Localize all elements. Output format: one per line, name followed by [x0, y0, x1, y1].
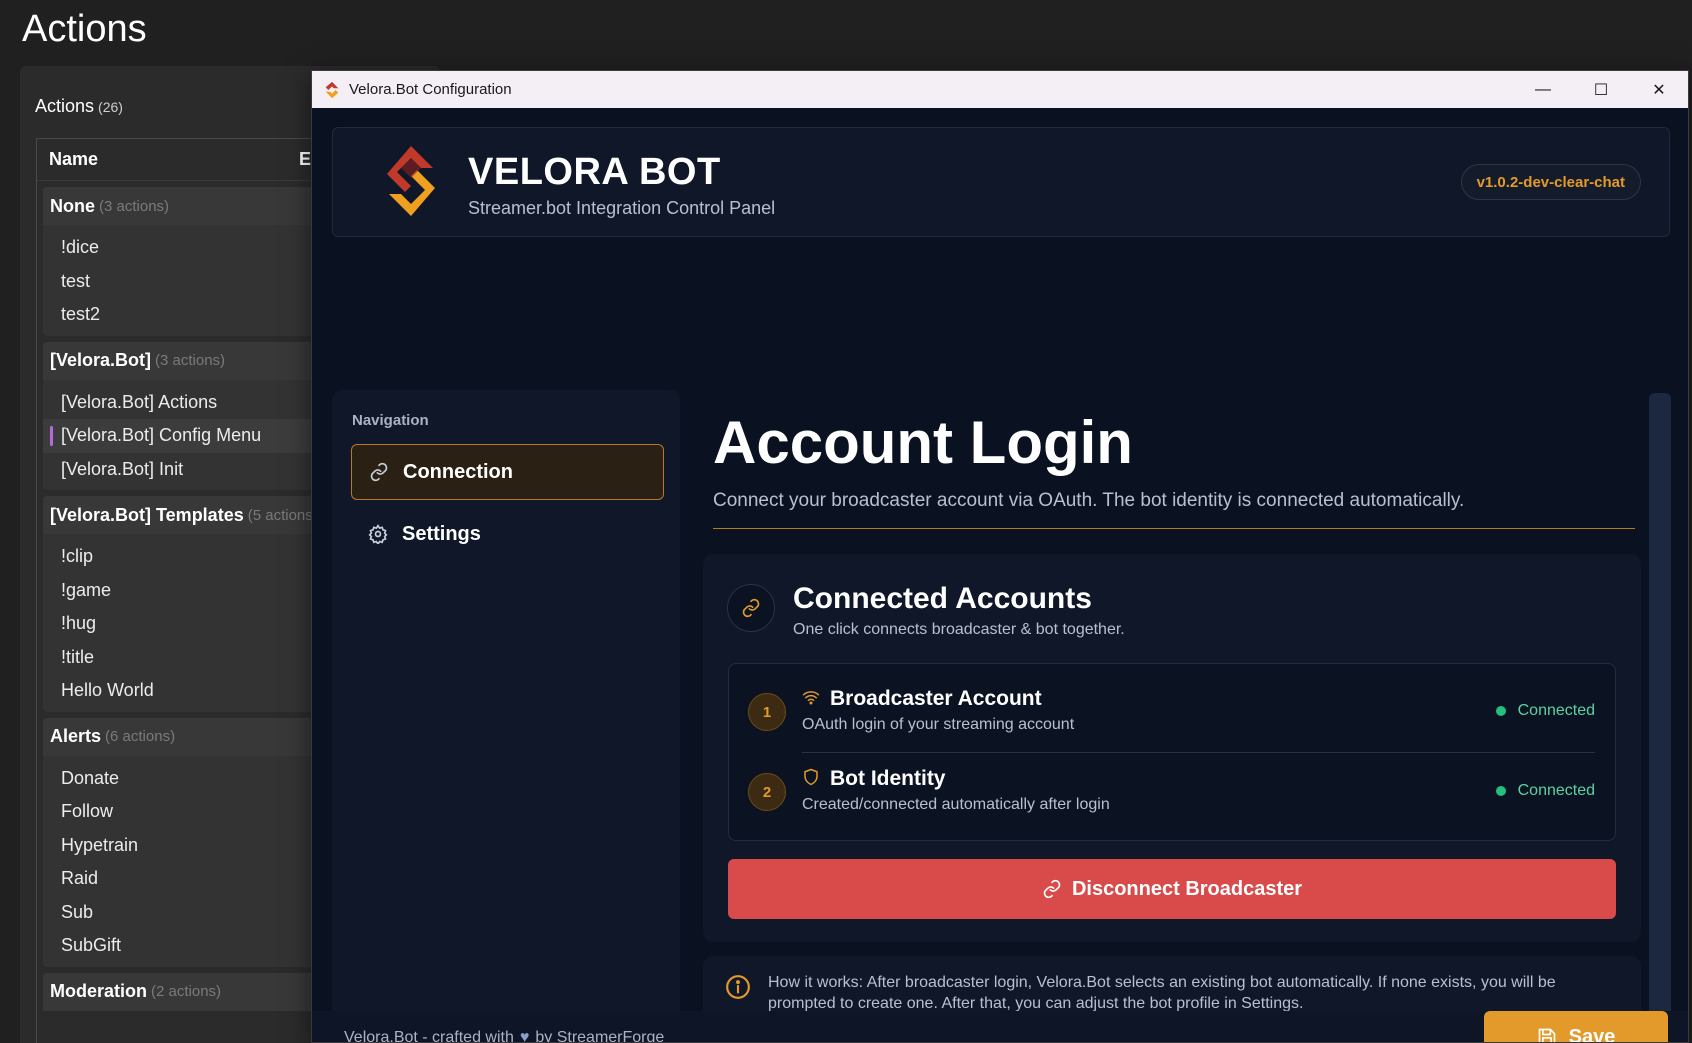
link-icon [727, 584, 775, 632]
status-label: Connected [1517, 782, 1595, 799]
page-title: Account Login [713, 409, 1133, 476]
minimize-icon: — [1535, 80, 1551, 98]
minimize-button[interactable]: — [1514, 71, 1572, 108]
link-icon [369, 462, 389, 482]
action-group-count: (6 actions) [105, 728, 176, 745]
heart-icon: ♥ [519, 1029, 530, 1043]
account-title: Broadcaster Account [830, 687, 1042, 710]
accounts-list: 1 Broadcaster Account OAuth login of you… [728, 663, 1616, 841]
host-actions-count: (26) [98, 99, 123, 115]
footer-credit: Velora.Bot - crafted with ♥ by StreamerF… [344, 1029, 665, 1043]
brand-subtitle: Streamer.bot Integration Control Panel [468, 198, 776, 218]
save-label: Save [1568, 1025, 1616, 1043]
title-divider [713, 528, 1635, 529]
window-footer: Velora.Bot - crafted with ♥ by StreamerF… [312, 1011, 1688, 1043]
account-title: Bot Identity [830, 767, 946, 790]
wifi-icon [802, 691, 820, 705]
close-icon: ✕ [1652, 81, 1666, 99]
action-group-name: None [50, 195, 95, 216]
account-subtitle: OAuth login of your streaming account [802, 716, 1075, 733]
window-content: VELORA BOT Streamer.bot Integration Cont… [312, 108, 1688, 1042]
nav-item-connection[interactable]: Connection [351, 444, 664, 500]
window-title: Velora.Bot Configuration [349, 81, 512, 98]
status-dot-icon [1495, 706, 1506, 716]
host-actions-title: Actions [35, 96, 95, 116]
accounts-card-subtitle: One click connects broadcaster & bot tog… [793, 621, 1125, 638]
action-group-count: (3 actions) [99, 197, 170, 215]
gear-icon [368, 524, 388, 544]
floppy-disk-icon [1538, 1028, 1555, 1042]
action-group-count: (5 actions) [247, 506, 318, 524]
host-col-second[interactable]: E [299, 149, 311, 170]
step-badge: 2 [748, 773, 786, 811]
accounts-card-title: Connected Accounts [793, 582, 1092, 615]
action-group-name: [Velora.Bot] [50, 350, 152, 370]
nav-item-label: Connection [403, 460, 513, 483]
navigation-sidebar: Navigation Connection Settings [332, 390, 680, 1030]
save-button[interactable]: Save [1484, 1011, 1668, 1043]
maximize-button[interactable]: ☐ [1572, 71, 1630, 108]
action-group-name: [Velora.Bot] Templates [50, 504, 244, 525]
version-badge: v1.0.2-dev-clear-chat [1460, 164, 1641, 200]
brand-title: VELORA BOT [468, 151, 721, 193]
footer-suffix: by StreamerForge [535, 1029, 665, 1043]
account-row-broadcaster: 1 Broadcaster Account OAuth login of you… [729, 672, 1615, 752]
action-group-count: (3 actions) [155, 352, 226, 369]
page-description: Connect your broadcaster account via OAu… [713, 490, 1465, 511]
account-subtitle: Created/connected automatically after lo… [802, 796, 1110, 813]
status-label: Connected [1517, 702, 1595, 719]
link-icon [1043, 879, 1061, 899]
connected-accounts-card: Connected Accounts One click connects br… [703, 554, 1641, 942]
velora-logo-icon [387, 146, 435, 216]
nav-item-label: Settings [402, 522, 481, 545]
host-actions-header: Actions (26) [35, 96, 123, 117]
brand-header: VELORA BOT Streamer.bot Integration Cont… [332, 127, 1670, 237]
action-group-count: (2 actions) [151, 983, 222, 1000]
status-badge: Connected [1495, 782, 1595, 800]
account-row-bot: 2 Bot Identity Created/connected automat… [729, 752, 1615, 832]
app-logo-icon [325, 81, 339, 98]
action-group-name: Moderation [50, 981, 147, 1001]
info-text: How it works: After broadcaster login, V… [768, 974, 1556, 1012]
info-icon [726, 975, 750, 999]
maximize-icon: ☐ [1593, 81, 1609, 99]
disconnect-label: Disconnect Broadcaster [1071, 877, 1303, 900]
nav-item-settings[interactable]: Settings [351, 506, 664, 562]
host-page-title: Actions [22, 8, 147, 50]
disconnect-broadcaster-button[interactable]: Disconnect Broadcaster [728, 859, 1616, 919]
step-badge: 1 [748, 693, 786, 731]
footer-prefix: Velora.Bot - crafted with [344, 1029, 514, 1043]
config-window: Velora.Bot Configuration — ☐ ✕ VELORA BO… [311, 70, 1689, 1043]
action-group-name: Alerts [50, 726, 102, 746]
window-titlebar[interactable]: Velora.Bot Configuration — ☐ ✕ [312, 71, 1688, 108]
status-dot-icon [1495, 786, 1506, 796]
navigation-label: Navigation [352, 412, 429, 429]
host-col-name[interactable]: Name [49, 149, 98, 170]
close-button[interactable]: ✕ [1630, 71, 1688, 108]
shield-icon [804, 768, 818, 786]
vertical-scrollbar[interactable] [1649, 393, 1671, 1031]
status-badge: Connected [1495, 702, 1595, 720]
